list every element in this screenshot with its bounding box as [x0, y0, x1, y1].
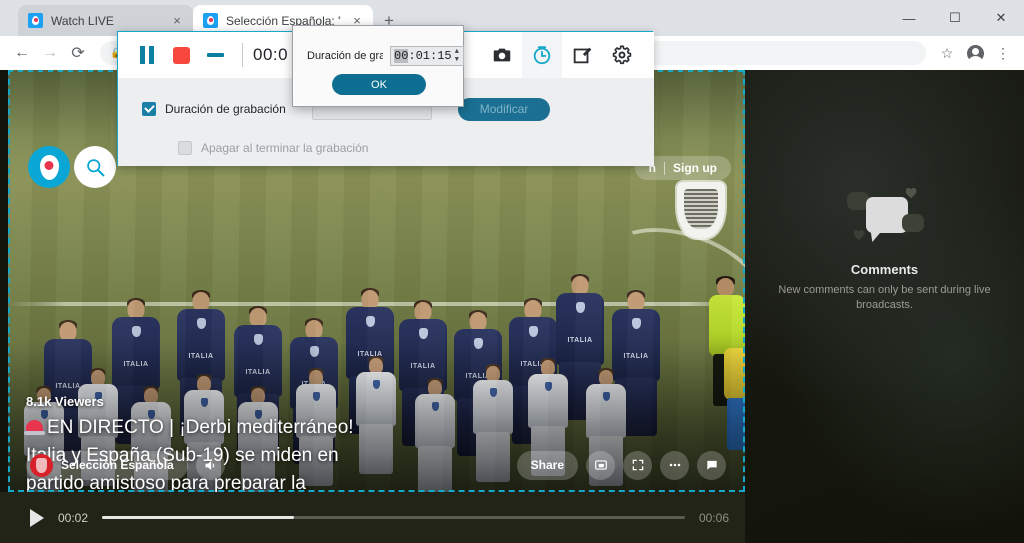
- clock-icon: [533, 46, 551, 65]
- dialog-field-row: Duración de gra 00:01:15 ▲ ▼: [307, 46, 464, 66]
- search-button[interactable]: [74, 146, 116, 188]
- signup-label[interactable]: Sign up: [673, 161, 717, 175]
- option-row-shutdown: Apagar al terminar la grabación: [178, 133, 628, 163]
- video-controls-right: Share: [516, 450, 726, 480]
- comments-empty-state: Comments New comments can only be sent d…: [745, 188, 1024, 313]
- fullscreen-button[interactable]: [623, 450, 652, 480]
- volume-button[interactable]: [195, 450, 225, 480]
- comments-panel: Comments New comments can only be sent d…: [745, 70, 1024, 543]
- duration-hours-selected: 00: [394, 49, 409, 63]
- window-maximize-button[interactable]: ☐: [932, 0, 978, 36]
- divider: [664, 161, 665, 175]
- pause-icon: [140, 46, 154, 64]
- screenshot-tool-button[interactable]: [482, 32, 522, 78]
- caption-line-1: EN DIRECTO | ¡Derbi mediterráneo!: [47, 417, 354, 438]
- duration-label: Duración de grabación: [165, 102, 286, 116]
- spinner-up-icon[interactable]: ▲: [455, 49, 459, 56]
- pip-button[interactable]: [586, 450, 615, 480]
- forward-button: →: [42, 44, 58, 61]
- comment-bubble-icon: [865, 197, 908, 233]
- comments-title: Comments: [850, 262, 919, 277]
- channel-name: Selección Española: [61, 458, 174, 472]
- browser-menu-button[interactable]: ⋮: [990, 40, 1016, 66]
- camera-icon: [493, 48, 511, 62]
- share-button[interactable]: Share: [516, 450, 578, 480]
- comments-subtitle: New comments can only be sent during liv…: [778, 284, 991, 311]
- progress-track[interactable]: [102, 516, 685, 519]
- tab-title: Watch LIVE: [51, 13, 114, 28]
- playback-bar: 00:02 00:06: [0, 492, 745, 543]
- pencil-icon: [573, 47, 592, 64]
- heart-icon: [906, 188, 917, 198]
- play-button[interactable]: [30, 508, 44, 527]
- current-time: 00:02: [58, 510, 89, 525]
- duration-rest: :01:15: [408, 49, 452, 63]
- periscope-logo-icon[interactable]: [28, 146, 70, 188]
- spinner-down-icon[interactable]: ▼: [455, 57, 459, 64]
- comment-bubbles-icon: [830, 188, 940, 250]
- recorder-minimize-button[interactable]: [198, 38, 232, 72]
- gear-icon: [612, 45, 632, 65]
- spinner-arrows[interactable]: ▲ ▼: [455, 48, 459, 64]
- toolbar-actions: ☆ ⋮: [934, 40, 1016, 66]
- recorder-stop-button[interactable]: [164, 38, 198, 72]
- bookmark-star-icon[interactable]: ☆: [934, 40, 960, 66]
- duration-time: 00:06: [698, 510, 729, 525]
- dialog-label: Duración de gra: [307, 50, 383, 62]
- recorder-pause-button[interactable]: [130, 38, 164, 72]
- periscope-favicon-icon: [203, 13, 218, 28]
- dialog-ok-button[interactable]: OK: [332, 74, 426, 95]
- channel-avatar: [30, 453, 53, 477]
- picture-in-picture-icon: [594, 460, 607, 470]
- reload-button[interactable]: ⟳: [64, 39, 92, 67]
- periscope-pin-icon: [39, 154, 59, 180]
- shutdown-label: Apagar al terminar la grabación: [201, 141, 369, 155]
- toolbar-divider: [242, 43, 243, 67]
- more-button[interactable]: [660, 450, 689, 480]
- progress-fill: [102, 516, 295, 519]
- viewer-count: 8.1k Viewers: [26, 394, 104, 409]
- siren-icon: [24, 420, 45, 435]
- annotate-tool-button[interactable]: [562, 32, 602, 78]
- search-icon: [86, 158, 104, 176]
- profile-button[interactable]: [962, 40, 988, 66]
- comment-icon: [706, 460, 717, 470]
- settings-tool-button[interactable]: [602, 32, 642, 78]
- duration-dialog: Duración de gra 00:01:15 ▲ ▼ OK: [292, 25, 464, 107]
- avatar-icon: [966, 44, 984, 65]
- back-button[interactable]: ←: [8, 39, 36, 67]
- minimize-icon: [206, 53, 224, 57]
- speaker-icon: [205, 460, 214, 470]
- fullscreen-icon: [632, 459, 643, 471]
- channel-pill[interactable]: Selección Española: [26, 450, 188, 480]
- share-label: Share: [530, 458, 564, 472]
- duration-spinner-input[interactable]: 00:01:15 ▲ ▼: [390, 46, 464, 66]
- tab-close-icon[interactable]: ×: [169, 13, 185, 29]
- heart-icon: [854, 230, 865, 240]
- ellipsis-icon: [669, 463, 680, 467]
- recording-elapsed-time: 00:0: [253, 45, 289, 64]
- stop-icon: [172, 46, 190, 64]
- comments-toggle-button[interactable]: [697, 450, 726, 480]
- timer-tool-button[interactable]: [522, 32, 562, 78]
- recorder-tools: [482, 32, 642, 78]
- shutdown-checkbox: [178, 141, 192, 155]
- window-controls: — ☐ ✕: [886, 0, 1024, 36]
- periscope-favicon-icon: [28, 13, 43, 28]
- duration-checkbox[interactable]: [142, 102, 156, 116]
- comment-bubble-small-icon: [901, 214, 924, 232]
- modify-button[interactable]: Modificar: [457, 97, 551, 121]
- video-overlay-controls: Selección Española Share: [26, 450, 726, 480]
- window-minimize-button[interactable]: —: [886, 0, 932, 36]
- window-close-button[interactable]: ✕: [978, 0, 1024, 36]
- team-crest-icon: [677, 182, 725, 238]
